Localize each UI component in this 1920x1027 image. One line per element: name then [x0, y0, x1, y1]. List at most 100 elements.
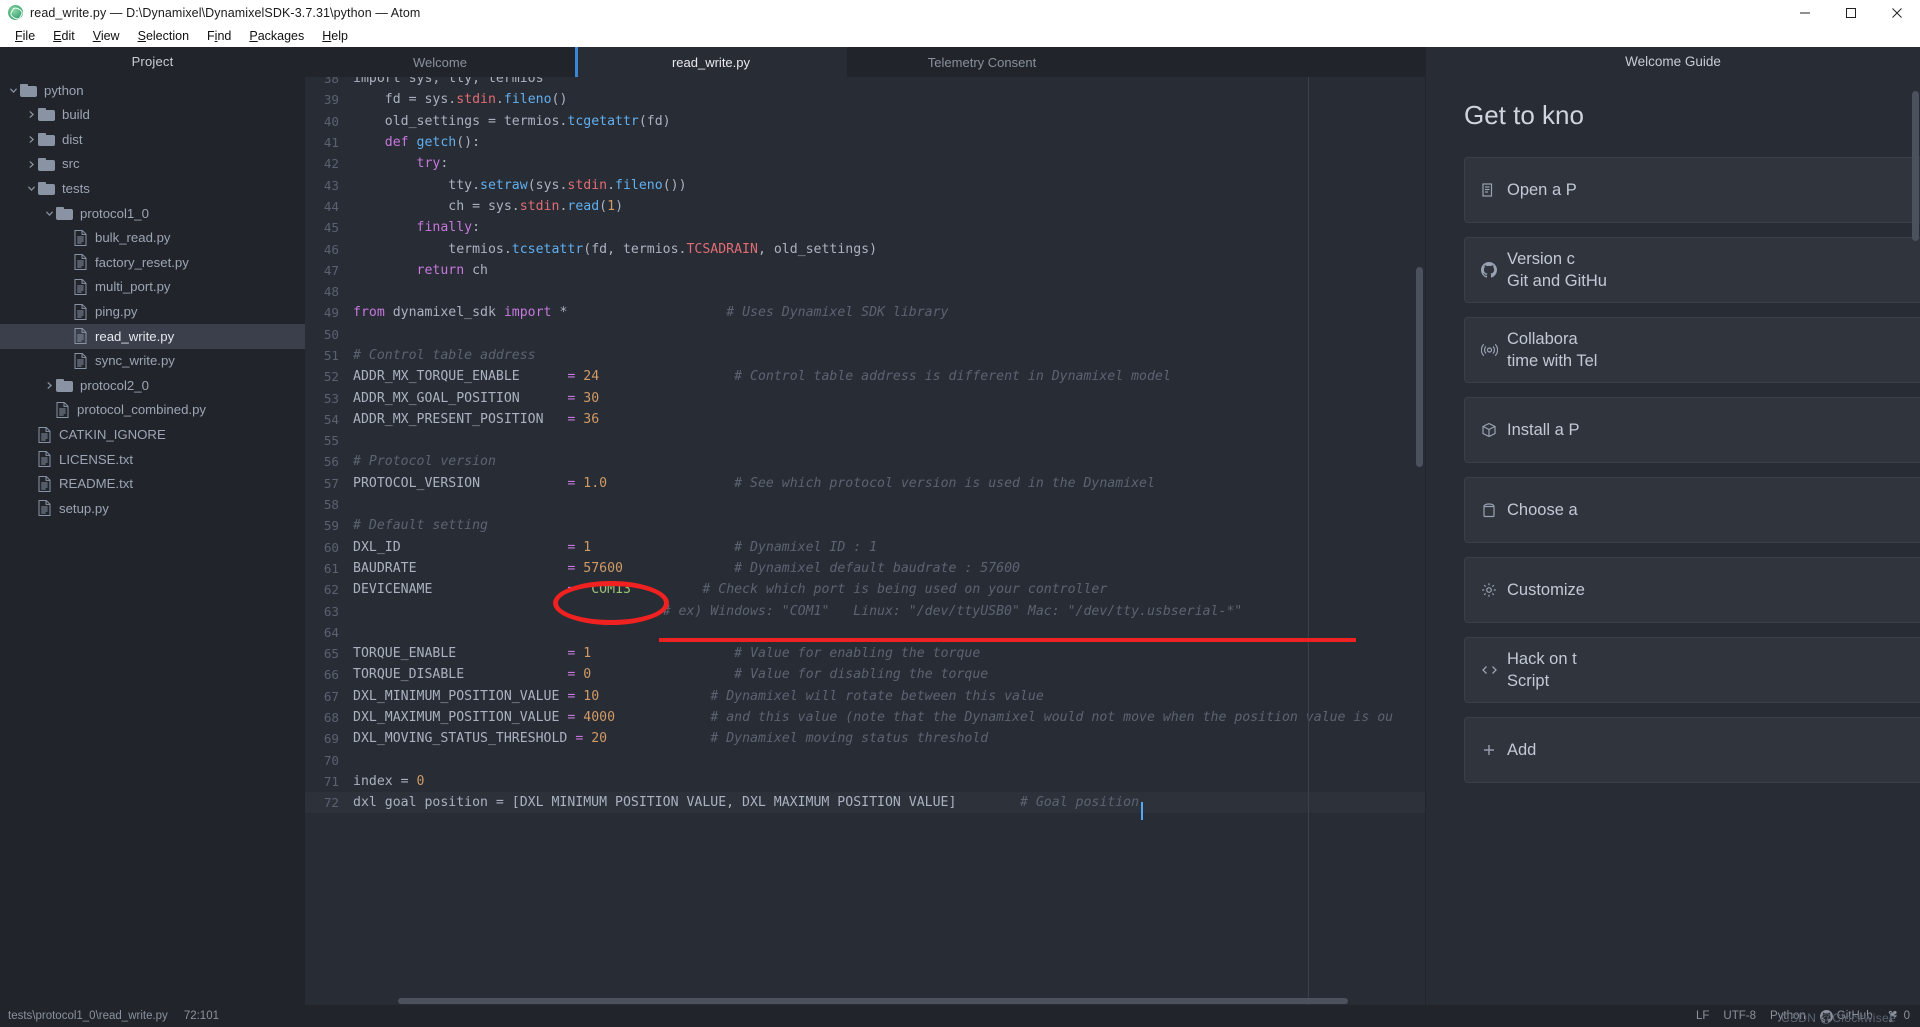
menu-item-selection[interactable]: Selection: [129, 27, 198, 45]
code-line[interactable]: 39 fd = sys.stdin.fileno(): [305, 89, 1425, 110]
code-line[interactable]: 66 TORQUE_DISABLE = 0 # Value for disabli…: [305, 664, 1425, 685]
welcome-card-github[interactable]: Version c Git and GitHu: [1464, 237, 1920, 303]
menu-item-file[interactable]: File: [6, 27, 44, 45]
chevron-down-icon[interactable]: [42, 209, 56, 218]
status-encoding[interactable]: UTF-8: [1723, 1010, 1756, 1022]
close-icon[interactable]: [1874, 0, 1920, 25]
vertical-scroll-thumb[interactable]: [1416, 267, 1423, 467]
tab-welcome[interactable]: Welcome: [305, 47, 575, 77]
code-line[interactable]: 62 DEVICENAME = 'COM13' # Check which por…: [305, 579, 1425, 600]
minimize-icon[interactable]: [1782, 0, 1828, 25]
code-line[interactable]: 47 return ch: [305, 260, 1425, 281]
status-grammar[interactable]: Python: [1770, 1010, 1806, 1022]
tree-file-license-txt[interactable]: LICENSE.txt: [0, 447, 305, 472]
code-line[interactable]: 49 from dynamixel_sdk import * # Uses Dyn…: [305, 302, 1425, 323]
code-line[interactable]: 44 ch = sys.stdin.read(1): [305, 196, 1425, 217]
tree-file-sync-write-py[interactable]: sync_write.py: [0, 349, 305, 374]
line-number: 59: [323, 518, 339, 534]
code-line[interactable]: 51 # Control table address: [305, 345, 1425, 366]
horizontal-scroll-thumb[interactable]: [398, 998, 1348, 1004]
tree-folder-dist[interactable]: dist: [0, 127, 305, 152]
tree-file-ping-py[interactable]: ping.py: [0, 299, 305, 324]
tab-read-write-py[interactable]: read_write.py: [575, 47, 847, 77]
code-line[interactable]: 48: [305, 281, 1425, 302]
code-line[interactable]: 38 import sys, tty, termios: [305, 77, 1425, 89]
code-line[interactable]: 54 ADDR_MX_PRESENT_POSITION = 36: [305, 409, 1425, 430]
menu-item-find[interactable]: Find: [198, 27, 240, 45]
code-line[interactable]: 42 try:: [305, 153, 1425, 174]
code-line[interactable]: 59 # Default setting: [305, 515, 1425, 536]
status-file-path[interactable]: tests\protocol1_0\read_write.py: [8, 1010, 168, 1022]
welcome-card-code[interactable]: Hack on t Script: [1464, 637, 1920, 703]
git-branch-icon[interactable]: 0: [1887, 1010, 1910, 1023]
code-line[interactable]: 67 DXL_MINIMUM_POSITION_VALUE = 10 # Dyna…: [305, 686, 1425, 707]
code-line[interactable]: 69 DXL_MOVING_STATUS_THRESHOLD = 20 # Dyn…: [305, 728, 1425, 749]
tab-telemetry-consent[interactable]: Telemetry Consent: [847, 47, 1117, 77]
tree-file-setup-py[interactable]: setup.py: [0, 496, 305, 521]
welcome-card-project[interactable]: Open a P: [1464, 157, 1920, 223]
tree-item-label: sync_write.py: [95, 353, 175, 369]
code-line[interactable]: 64: [305, 622, 1425, 643]
code-line[interactable]: 56 # Protocol version: [305, 451, 1425, 472]
chevron-right-icon[interactable]: [42, 381, 56, 390]
code-line[interactable]: 68 DXL_MAXIMUM_POSITION_VALUE = 4000 # an…: [305, 707, 1425, 728]
menu-item-edit[interactable]: Edit: [44, 27, 84, 45]
project-icon: [1481, 182, 1507, 198]
chevron-right-icon[interactable]: [24, 160, 38, 169]
code-line[interactable]: 65 TORQUE_ENABLE = 1 # Value for enabling…: [305, 643, 1425, 664]
code-line[interactable]: 50: [305, 324, 1425, 345]
code-line[interactable]: 57 PROTOCOL_VERSION = 1.0 # See which pro…: [305, 473, 1425, 494]
code-line[interactable]: 40 old_settings = termios.tcgetattr(fd): [305, 111, 1425, 132]
welcome-card-package[interactable]: Install a P: [1464, 397, 1920, 463]
maximize-icon[interactable]: [1828, 0, 1874, 25]
tree-file-catkin-ignore[interactable]: CATKIN_IGNORE: [0, 422, 305, 447]
code-line[interactable]: 60 DXL_ID = 1 # Dynamixel ID : 1: [305, 537, 1425, 558]
code-line[interactable]: 71 index = 0: [305, 771, 1425, 792]
tree-folder-protocol1-0[interactable]: protocol1_0: [0, 201, 305, 226]
welcome-card-gear[interactable]: Customize: [1464, 557, 1920, 623]
tree-file-readme-txt[interactable]: README.txt: [0, 472, 305, 497]
horizontal-scrollbar[interactable]: [352, 996, 1414, 1005]
code-line[interactable]: 53 ADDR_MX_GOAL_POSITION = 30: [305, 387, 1425, 408]
welcome-card-plus[interactable]: Add: [1464, 717, 1920, 783]
code-line[interactable]: 55: [305, 430, 1425, 451]
chevron-down-icon[interactable]: [6, 86, 20, 95]
code-line[interactable]: 72 dxl goal position = [DXL MINIMUM POSIT…: [305, 792, 1425, 814]
code-line[interactable]: 63 # ex) Windows: "COM1" Linux: "/dev/tt…: [305, 600, 1425, 621]
code-line[interactable]: 41 def getch():: [305, 132, 1425, 153]
status-right: LF UTF-8 Python GitHub 0: [1696, 1009, 1920, 1023]
tree-folder-build[interactable]: build: [0, 103, 305, 128]
code-line[interactable]: 70: [305, 750, 1425, 771]
code-line[interactable]: 61 BAUDRATE = 57600 # Dynamixel default b…: [305, 558, 1425, 579]
tree-file-multi-port-py[interactable]: multi_port.py: [0, 275, 305, 300]
github-label: GitHub: [1836, 1010, 1873, 1022]
chevron-right-icon[interactable]: [24, 135, 38, 144]
welcome-card-paintcan[interactable]: Choose a: [1464, 477, 1920, 543]
chevron-down-icon[interactable]: [24, 184, 38, 193]
menu-item-help[interactable]: Help: [313, 27, 357, 45]
menu-item-packages[interactable]: Packages: [240, 27, 313, 45]
code-line[interactable]: 46 termios.tcsetattr(fd, termios.TCSADRA…: [305, 238, 1425, 259]
status-cursor-position[interactable]: 72:101: [184, 1010, 219, 1022]
vertical-scrollbar[interactable]: [1414, 77, 1425, 1005]
code-line[interactable]: 43 tty.setraw(sys.stdin.fileno()): [305, 174, 1425, 195]
welcome-card-line2: Script: [1507, 672, 1550, 690]
code-editor[interactable]: 38 import sys, tty, termios 39 fd = sys.st…: [305, 77, 1425, 1005]
welcome-scrollbar[interactable]: [1912, 91, 1919, 241]
github-icon[interactable]: GitHub: [1819, 1009, 1873, 1023]
code-line[interactable]: 58: [305, 494, 1425, 515]
welcome-card-broadcast[interactable]: Collabora time with Tel: [1464, 317, 1920, 383]
tree-folder-protocol2-0[interactable]: protocol2_0: [0, 373, 305, 398]
menu-item-view[interactable]: View: [84, 27, 129, 45]
tree-folder-tests[interactable]: tests: [0, 176, 305, 201]
chevron-right-icon[interactable]: [24, 110, 38, 119]
tree-file-protocol-combined-py[interactable]: protocol_combined.py: [0, 398, 305, 423]
tree-folder-src[interactable]: src: [0, 152, 305, 177]
tree-file-read-write-py[interactable]: read_write.py: [0, 323, 305, 349]
status-line-ending[interactable]: LF: [1696, 1010, 1709, 1022]
tree-file-bulk-read-py[interactable]: bulk_read.py: [0, 226, 305, 251]
code-line[interactable]: 52 ADDR_MX_TORQUE_ENABLE = 24 # Control t…: [305, 366, 1425, 387]
tree-folder-python[interactable]: python: [0, 78, 305, 103]
code-line[interactable]: 45 finally:: [305, 217, 1425, 238]
tree-file-factory-reset-py[interactable]: factory_reset.py: [0, 250, 305, 275]
